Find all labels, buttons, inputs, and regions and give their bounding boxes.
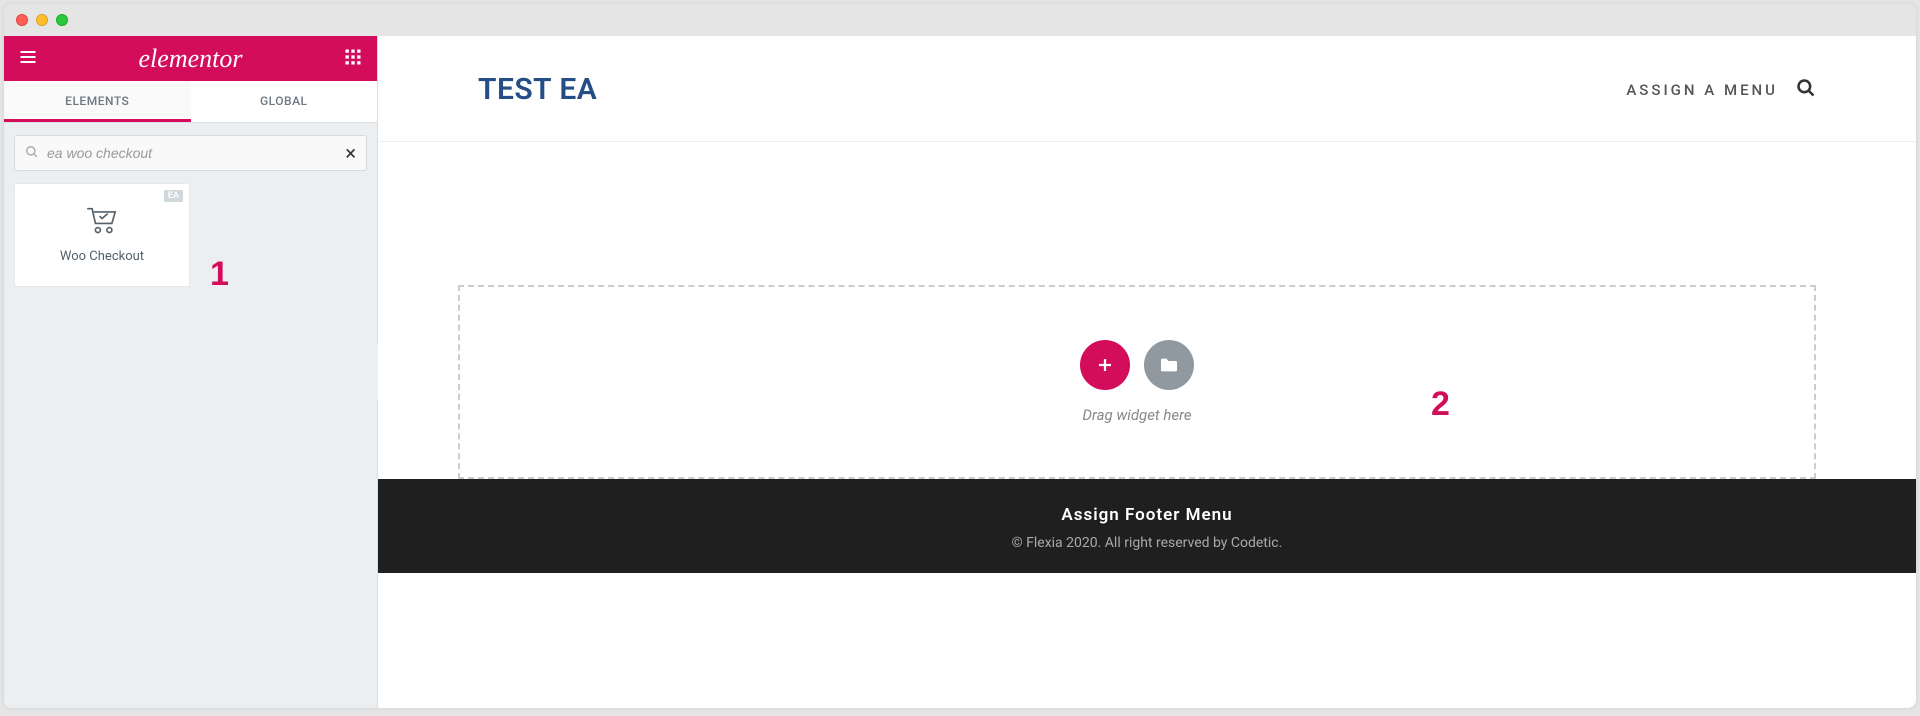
assign-menu-link[interactable]: ASSIGN A MENU <box>1626 81 1778 99</box>
elementor-sidebar: elementor ELEMENTS GLOBAL × EA <box>4 36 378 708</box>
tab-global[interactable]: GLOBAL <box>191 81 378 122</box>
drop-zone-buttons <box>1080 340 1194 390</box>
widget-label: Woo Checkout <box>60 249 144 264</box>
search-input[interactable] <box>47 145 337 161</box>
page-preview: TEST EA ASSIGN A MENU <box>378 36 1916 573</box>
site-title: TEST EA <box>478 72 597 107</box>
annotation-1: 1 <box>210 255 229 294</box>
hamburger-menu-icon[interactable] <box>18 47 38 71</box>
tab-elements[interactable]: ELEMENTS <box>4 81 191 122</box>
add-section-button[interactable] <box>1080 340 1130 390</box>
footer-copyright: © Flexia 2020. All right reserved by Cod… <box>378 535 1916 551</box>
drop-zone-text: Drag widget here <box>1082 406 1191 424</box>
sidebar-tabs: ELEMENTS GLOBAL <box>4 81 377 123</box>
window-minimize-button[interactable] <box>36 14 48 26</box>
search-icon <box>25 144 39 163</box>
apps-grid-icon[interactable] <box>343 47 363 71</box>
window-close-button[interactable] <box>16 14 28 26</box>
cart-check-icon <box>85 207 119 239</box>
drop-zone[interactable]: Drag widget here <box>458 285 1816 479</box>
footer-menu-link[interactable]: Assign Footer Menu <box>378 505 1916 525</box>
site-header: TEST EA ASSIGN A MENU <box>378 36 1916 142</box>
elementor-logo: elementor <box>139 44 243 74</box>
site-footer: Assign Footer Menu © Flexia 2020. All ri… <box>378 479 1916 573</box>
clear-search-icon[interactable]: × <box>345 141 356 165</box>
window-maximize-button[interactable] <box>56 14 68 26</box>
window-titlebar <box>4 4 1916 36</box>
sidebar-header: elementor <box>4 36 377 81</box>
annotation-2: 2 <box>1431 385 1450 424</box>
widget-badge: EA <box>164 190 183 202</box>
header-search-icon[interactable] <box>1796 78 1816 102</box>
add-template-button[interactable] <box>1144 340 1194 390</box>
widget-search: × <box>14 135 367 171</box>
header-menu-area: ASSIGN A MENU <box>1626 78 1816 102</box>
widget-woo-checkout[interactable]: EA Woo Checkout <box>14 183 190 287</box>
